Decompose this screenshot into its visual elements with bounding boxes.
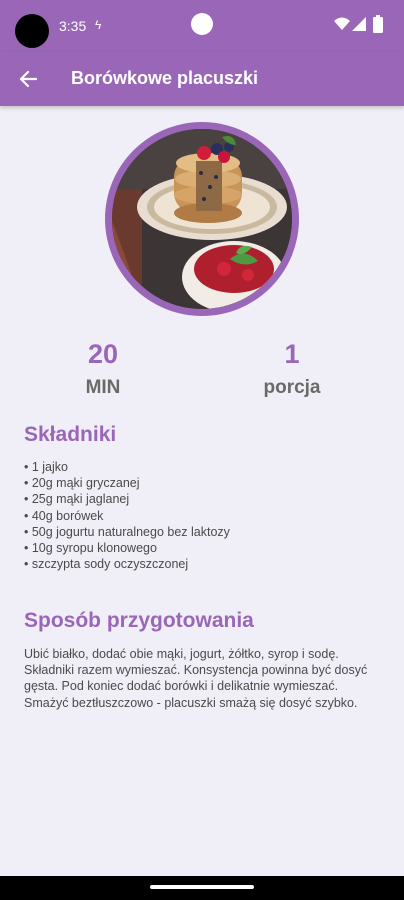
status-bar: 3:35 ϟ (0, 0, 404, 52)
ingredients-list: • 1 jajko • 20g mąki gryczanej • 25g mąk… (24, 459, 230, 572)
method-title: Sposób przygotowania (24, 609, 254, 632)
portions-unit: porcja (263, 377, 321, 398)
recipe-photo-frame (105, 122, 299, 316)
back-button[interactable] (10, 61, 46, 97)
battery-icon (373, 15, 383, 33)
ingredient-item: • 40g borówek (24, 508, 104, 523)
ingredient-item: • 10g syropu klonowego (24, 541, 157, 556)
home-indicator[interactable] (150, 885, 254, 889)
signal-icon (352, 17, 366, 31)
ingredient-item: • 25g mąki jaglanej (24, 492, 130, 507)
ingredient-item: • 20g mąki gryczanej (24, 476, 140, 491)
ingredient-item: • 1 jajko (24, 460, 68, 474)
ingredient-item: • szczypta sody oczyszczonej (24, 557, 189, 572)
arrow-left-icon (19, 70, 38, 88)
page-title: Borówkowe placuszki (71, 68, 259, 88)
prep-time-unit: MIN (85, 377, 121, 398)
method-text: Ubić białko, dodać obie mąki, jogurt, żó… (24, 647, 368, 710)
camera-cutout (15, 14, 49, 48)
portions-value: 1 (284, 339, 300, 369)
status-time: 3:35 (59, 18, 87, 34)
navigation-bar (0, 876, 404, 900)
ingredients-title: Składniki (24, 423, 117, 446)
ingredient-item: • 50g jogurtu naturalnego bez laktozy (24, 524, 230, 539)
prep-time-value: 20 (87, 339, 119, 369)
wifi-icon (334, 17, 350, 30)
app-bar: Borówkowe placuszki (0, 52, 404, 106)
notification-dot-icon (191, 13, 213, 35)
charging-icon: ϟ (95, 18, 102, 32)
recipe-photo (112, 129, 292, 309)
